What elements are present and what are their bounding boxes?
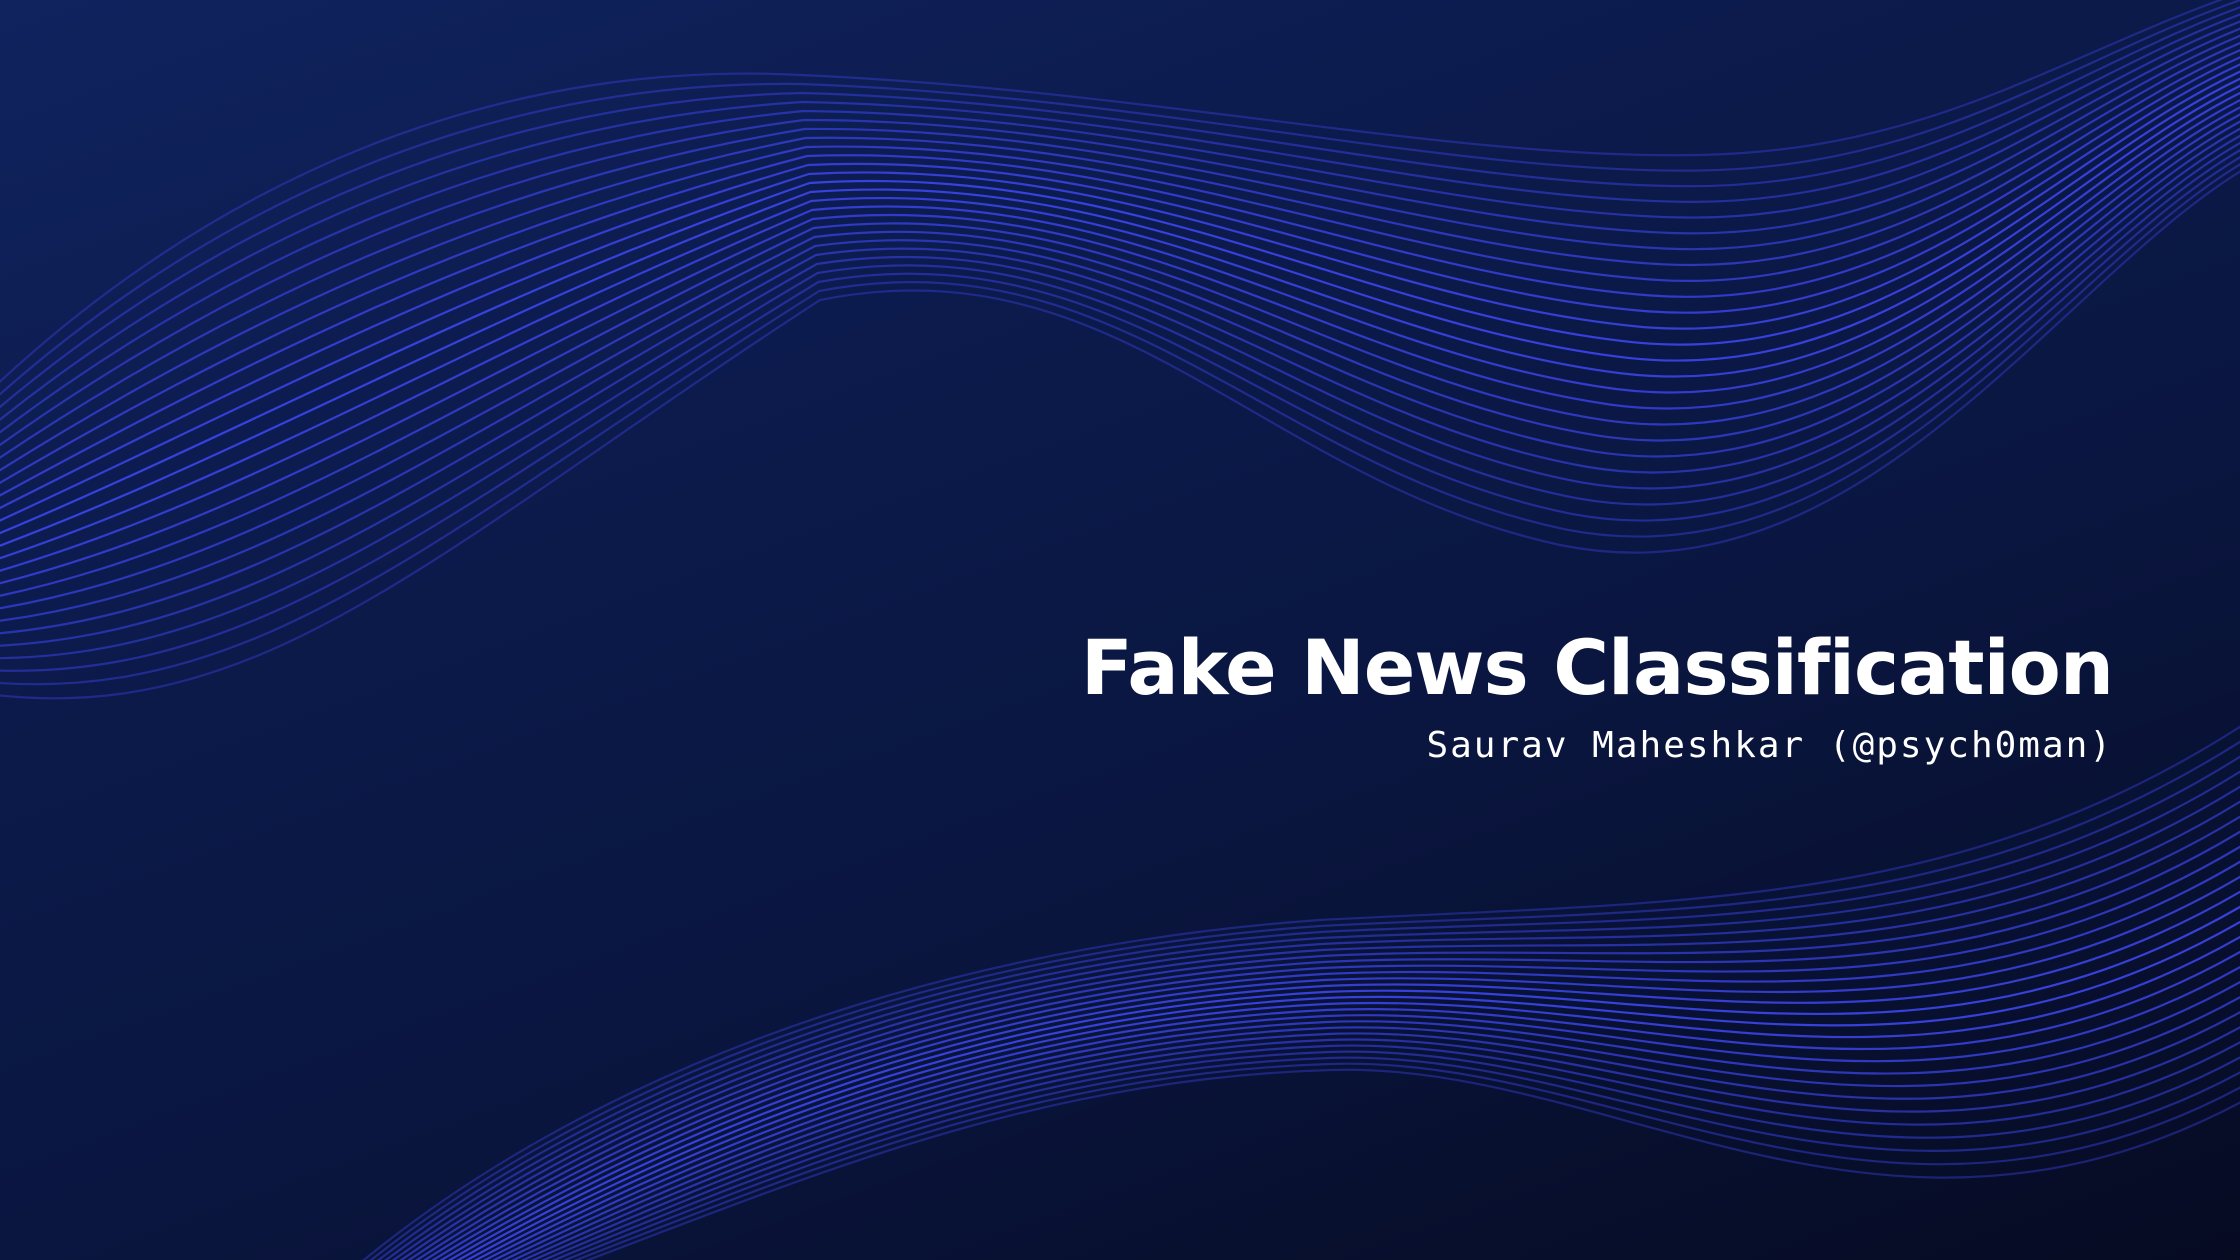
bottom-wave-line — [384, 770, 2240, 1260]
top-wave-line — [0, 13, 2240, 422]
top-wave-ribbon — [0, 0, 2240, 700]
bottom-wave-line — [415, 830, 2240, 1260]
top-wave-line — [0, 127, 2240, 622]
title-block: Fake News Classification Saurav Maheshka… — [1080, 623, 2114, 766]
bottom-wave-ribbon — [362, 725, 2240, 1260]
slide-author: Saurav Maheshkar (@psych0man) — [1426, 725, 2113, 766]
top-wave-line — [0, 70, 2240, 522]
top-wave-line — [0, 163, 2240, 686]
top-wave-line — [0, 0, 2224, 384]
top-wave-line — [0, 120, 2240, 610]
top-wave-line — [0, 27, 2240, 447]
slide-title: Fake News Classification — [1080, 623, 2114, 712]
title-slide: Fake News Classification Saurav Maheshka… — [0, 0, 2240, 1260]
top-wave-line — [0, 91, 2240, 560]
